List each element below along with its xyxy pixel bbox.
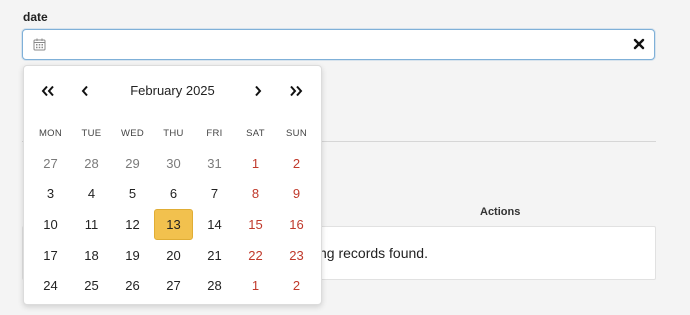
calendar-day[interactable]: 18: [72, 240, 111, 271]
column-header-actions: Actions: [480, 206, 521, 218]
calendar-day[interactable]: 2: [277, 148, 316, 179]
calendar-day[interactable]: 25: [72, 270, 111, 301]
calendar-day[interactable]: 19: [113, 240, 152, 271]
double-chevron-right-icon: [290, 85, 303, 97]
empty-state-text: ng records found.: [319, 245, 428, 261]
calendar-icon[interactable]: [33, 38, 46, 51]
calendar-days-grid: 27 28 29 30 31 1 2 3 4 5 6 7 8 9 10 11 12 13 14 15 16 17 18 19 2…: [30, 148, 317, 301]
calendar-day[interactable]: 1: [236, 148, 275, 179]
calendar-day[interactable]: 6: [154, 179, 193, 210]
calendar-day[interactable]: 10: [31, 209, 70, 240]
calendar-month-title[interactable]: February 2025: [24, 83, 321, 98]
calendar-day[interactable]: 8: [236, 179, 275, 210]
weekday-label: WED: [120, 128, 145, 139]
calendar-day[interactable]: 5: [113, 179, 152, 210]
calendar-day[interactable]: 28: [72, 148, 111, 179]
date-input[interactable]: [22, 29, 655, 60]
close-icon[interactable]: [633, 38, 645, 50]
calendar-day[interactable]: 17: [31, 240, 70, 271]
calendar-day[interactable]: 22: [236, 240, 275, 271]
calendar-day[interactable]: 9: [277, 179, 316, 210]
weekday-label: SUN: [286, 128, 307, 139]
weekday-label: THU: [163, 128, 184, 139]
weekday-label: TUE: [81, 128, 102, 139]
weekday-label: FRI: [206, 128, 223, 139]
calendar-day[interactable]: 3: [31, 179, 70, 210]
calendar-day[interactable]: 1: [236, 270, 275, 301]
calendar-day[interactable]: 12: [113, 209, 152, 240]
calendar-day[interactable]: 23: [277, 240, 316, 271]
next-month-button[interactable]: [248, 81, 268, 101]
weekday-header-row: MON TUE WED THU FRI SAT SUN: [30, 128, 317, 139]
calendar-day[interactable]: 30: [154, 148, 193, 179]
calendar-day[interactable]: 7: [195, 179, 234, 210]
chevron-right-icon: [255, 85, 262, 97]
calendar-day[interactable]: 27: [31, 148, 70, 179]
calendar-day[interactable]: 21: [195, 240, 234, 271]
calendar-day[interactable]: 11: [72, 209, 111, 240]
calendar-day[interactable]: 26: [113, 270, 152, 301]
calendar-day[interactable]: 28: [195, 270, 234, 301]
page: date d Actions ng records found.: [0, 0, 690, 315]
calendar-day[interactable]: 29: [113, 148, 152, 179]
weekday-label: MON: [38, 128, 63, 139]
next-year-button[interactable]: [286, 81, 306, 101]
calendar-day[interactable]: 4: [72, 179, 111, 210]
calendar-popup: February 2025 MON TUE WED THU FRI SAT SU…: [23, 65, 322, 305]
calendar-day[interactable]: 15: [236, 209, 275, 240]
calendar-day[interactable]: 24: [31, 270, 70, 301]
calendar-day-today[interactable]: 13: [154, 209, 193, 240]
calendar-day[interactable]: 31: [195, 148, 234, 179]
calendar-day[interactable]: 2: [277, 270, 316, 301]
calendar-day[interactable]: 14: [195, 209, 234, 240]
calendar-day[interactable]: 27: [154, 270, 193, 301]
date-field-label: date: [23, 10, 48, 24]
weekday-label: SAT: [246, 128, 265, 139]
calendar-day[interactable]: 20: [154, 240, 193, 271]
calendar-day[interactable]: 16: [277, 209, 316, 240]
